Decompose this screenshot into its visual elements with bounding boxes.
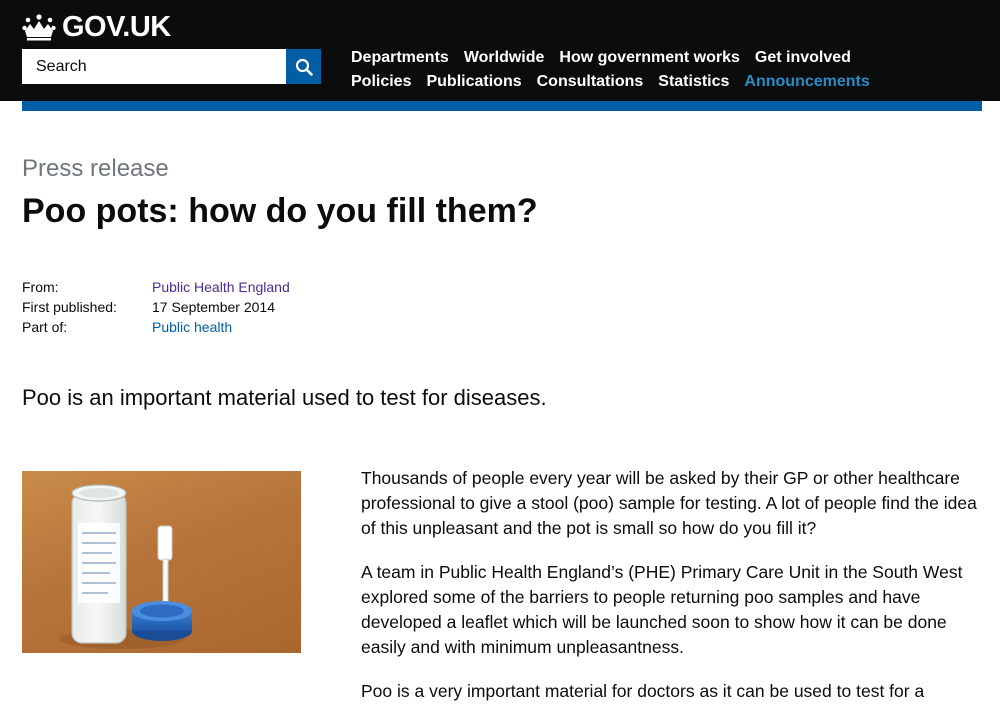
nav-consultations[interactable]: Consultations [537,73,644,91]
search-icon [295,58,313,76]
search-button[interactable] [286,49,321,84]
main-nav: Departments Worldwide How government wor… [351,46,971,94]
nav-publications[interactable]: Publications [426,73,521,91]
page-title: Poo pots: how do you fill them? [22,192,538,230]
logo-text: GOV.UK [62,10,171,43]
header-blue-bar [22,101,982,111]
search-form [22,49,321,84]
meta-from-link[interactable]: Public Health England [152,277,290,297]
meta-from-label: From: [22,279,59,295]
crown-icon [22,14,56,41]
nav-statistics[interactable]: Statistics [658,73,729,91]
meta-published-value: 17 September 2014 [152,299,275,315]
govuk-logo[interactable]: GOV.UK [22,10,171,43]
meta-part-of-label: Part of: [22,319,68,335]
article-image [22,471,301,653]
nav-announcements[interactable]: Announcements [744,73,869,91]
nav-departments[interactable]: Departments [351,49,449,67]
nav-policies[interactable]: Policies [351,73,411,91]
document-type: Press release [22,155,169,182]
nav-row-2: Policies Publications Consultations Stat… [351,70,971,94]
nav-worldwide[interactable]: Worldwide [464,49,545,67]
specimen-pot-illustration [60,484,192,649]
nav-how-government-works[interactable]: How government works [559,49,739,67]
article-body: Thousands of people every year will be a… [361,466,986,723]
search-input[interactable] [22,49,286,84]
nav-row-1: Departments Worldwide How government wor… [351,46,971,70]
meta-part-of-link[interactable]: Public health [152,317,232,337]
article-summary: Poo is an important material used to tes… [22,385,547,410]
meta-from-row: From: Public Health England [22,277,290,297]
nav-get-involved[interactable]: Get involved [755,49,851,67]
meta-published-label: First published: [22,299,117,315]
body-paragraph: Thousands of people every year will be a… [361,468,977,538]
site-header: GOV.UK Departments Worldwide How governm… [0,0,1000,101]
meta-published-row: First published: 17 September 2014 [22,297,290,317]
meta-part-of-row: Part of: Public health [22,317,290,337]
body-paragraph: A team in Public Health England’s (PHE) … [361,562,963,657]
body-paragraph: Poo is a very important material for doc… [361,681,925,701]
metadata: From: Public Health England First publis… [22,277,290,337]
